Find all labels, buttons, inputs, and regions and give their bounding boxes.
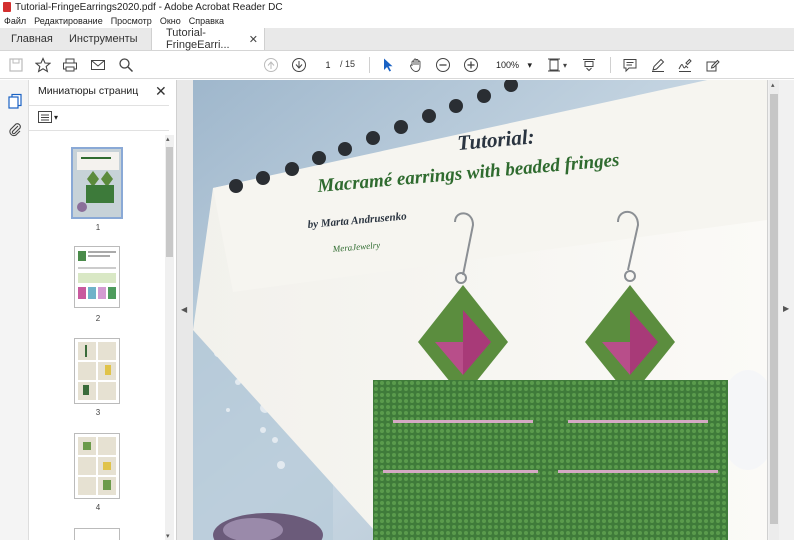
window-title: Tutorial-FringeEarrings2020.pdf - Adobe … [15, 1, 283, 13]
page-thumbnail-5[interactable] [74, 528, 120, 540]
page-fit-chevron-icon[interactable]: ▾ [561, 57, 569, 73]
thumbnail-options-button[interactable]: ▾ [38, 110, 62, 124]
page-thumbnail-1[interactable] [71, 147, 123, 219]
attachments-paperclip-icon[interactable] [7, 121, 23, 137]
thumbnail-page-number: 4 [95, 503, 101, 512]
sign-icon[interactable] [677, 57, 693, 73]
thumbnails-panel: Миниатюры страниц ✕ ▾ 1 2 3 4 ▴ ▾ [29, 80, 177, 540]
title-bar: Tutorial-FringeEarrings2020.pdf - Adobe … [0, 0, 794, 14]
collapse-left-icon[interactable]: ◀ [181, 305, 187, 314]
scroll-down-icon[interactable]: ▾ [166, 532, 170, 540]
pdf-app-icon [3, 2, 11, 12]
panel-divider [29, 105, 169, 106]
expand-right-panel-icon[interactable]: ▶ [783, 304, 789, 313]
thumbnail-preview [73, 149, 121, 217]
zoom-out-icon[interactable] [435, 57, 451, 73]
thumbnail-page-number: 3 [95, 408, 101, 417]
document-scrollbar[interactable]: ▴ [769, 80, 779, 540]
tab-tools[interactable]: Инструменты [58, 28, 151, 50]
next-page-icon[interactable] [291, 57, 307, 73]
close-tab-icon[interactable]: ✕ [249, 33, 258, 46]
thumbnail-page-number: 2 [95, 314, 101, 323]
tab-document[interactable]: Tutorial-FringeEarri... ✕ [151, 27, 265, 51]
page-thumbnail-2[interactable] [74, 246, 120, 308]
page-thumbnails-icon[interactable] [7, 93, 23, 109]
chevron-down-icon: ▾ [54, 112, 59, 122]
panel-splitter[interactable]: ◀ [177, 80, 193, 540]
email-icon[interactable] [90, 57, 106, 73]
page-thumbnail-4[interactable] [74, 433, 120, 499]
toolbar: 1 / 15 100% ▾ ▾ [0, 51, 794, 79]
panel-divider [29, 130, 169, 131]
toolbar-separator [610, 57, 611, 73]
right-pane: ▴ ▶ [767, 80, 794, 540]
menu-edit[interactable]: Редактирование [34, 16, 103, 26]
toolbar-separator [369, 57, 370, 73]
chevron-down-icon: ▾ [527, 60, 532, 70]
highlight-pen-icon[interactable] [650, 57, 666, 73]
thumbnail-preview [75, 247, 119, 307]
previous-page-icon[interactable] [263, 57, 279, 73]
page-thumbnail-3[interactable] [74, 338, 120, 404]
zoom-level-value: 100% [496, 60, 520, 70]
menu-file[interactable]: Файл [4, 16, 26, 26]
navigation-rail [0, 80, 29, 540]
zoom-level-dropdown[interactable]: 100% ▾ [492, 58, 536, 72]
menu-window[interactable]: Окно [160, 16, 181, 26]
bookmark-star-icon[interactable] [35, 57, 51, 73]
pdf-page-render: Tutorial: Macramé earrings with beaded f… [193, 80, 767, 540]
thumbnail-page-number: 1 [95, 223, 101, 232]
thumbnails-scroll-thumb[interactable] [166, 147, 173, 257]
tab-bar: Главная Инструменты Tutorial-FringeEarri… [0, 27, 794, 51]
page-number-input[interactable]: 1 [317, 58, 339, 72]
fill-and-sign-icon[interactable] [705, 57, 721, 73]
search-icon[interactable] [118, 57, 134, 73]
menu-view[interactable]: Просмотр [111, 16, 152, 26]
document-scroll-thumb[interactable] [770, 94, 778, 524]
hand-tool-icon[interactable] [408, 57, 424, 73]
scroll-mode-icon[interactable] [581, 57, 597, 73]
menu-bar: Файл Редактирование Просмотр Окно Справк… [0, 14, 794, 28]
document-view[interactable]: Tutorial: Macramé earrings with beaded f… [193, 80, 767, 540]
close-panel-icon[interactable]: ✕ [155, 83, 167, 100]
save-icon[interactable] [8, 57, 24, 73]
print-icon[interactable] [62, 57, 78, 73]
thumbnail-preview [75, 339, 119, 403]
page-total: / 15 [340, 59, 356, 69]
scroll-up-icon[interactable]: ▴ [771, 81, 775, 89]
thumbnails-header: Миниатюры страниц [38, 85, 139, 97]
tab-home[interactable]: Главная [0, 28, 58, 50]
scroll-up-icon[interactable]: ▴ [166, 135, 170, 143]
list-options-icon [38, 111, 52, 123]
tab-document-label: Tutorial-FringeEarri... [166, 27, 230, 51]
menu-help[interactable]: Справка [189, 16, 224, 26]
thumbnail-preview [75, 434, 119, 498]
select-cursor-icon[interactable] [380, 57, 396, 73]
comment-icon[interactable] [622, 57, 638, 73]
zoom-in-icon[interactable] [463, 57, 479, 73]
thumbnails-scrollbar[interactable]: ▴ ▾ [165, 135, 174, 540]
